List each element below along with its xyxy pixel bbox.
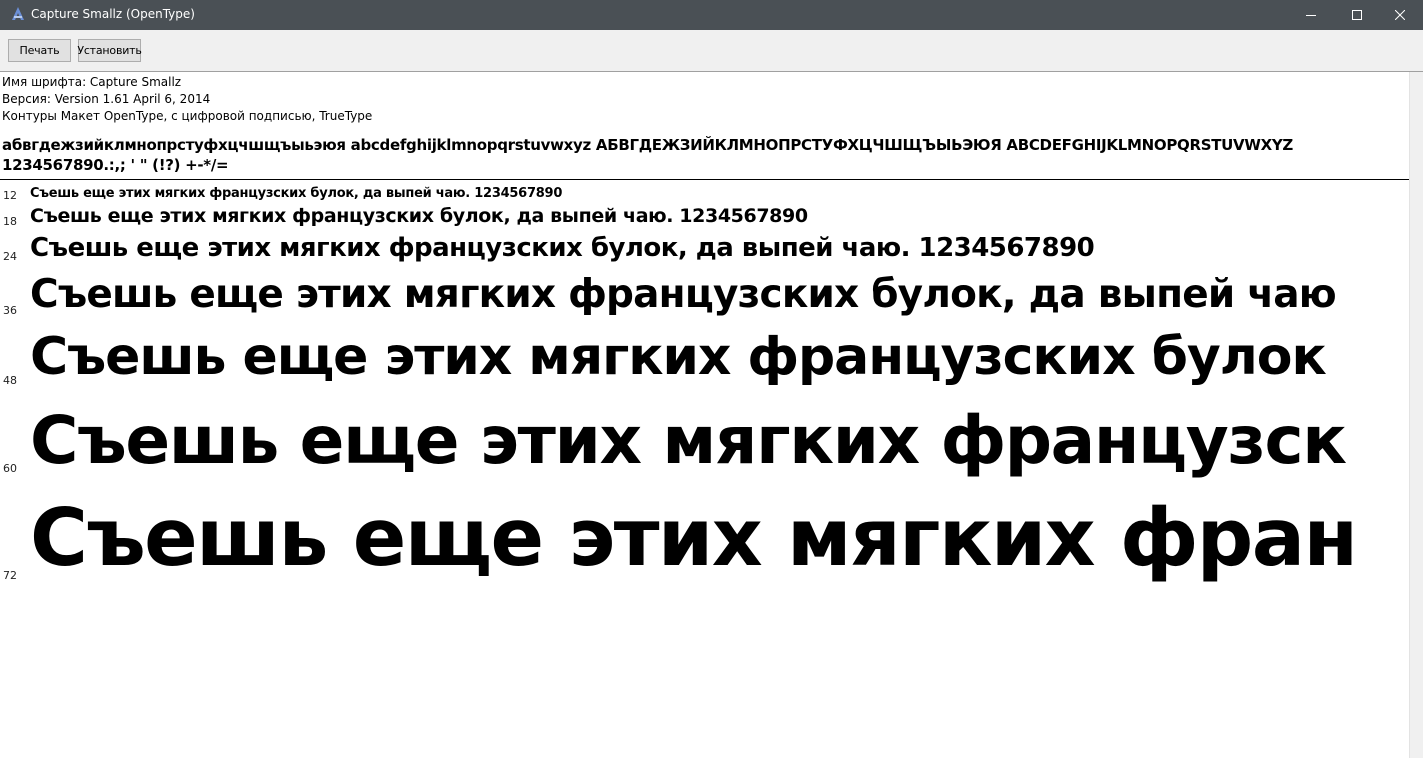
size-label-72: 72	[3, 569, 17, 582]
size-label-18: 18	[3, 215, 17, 228]
size-label-60: 60	[3, 462, 17, 475]
minimize-icon	[1306, 15, 1316, 16]
sample-text-36: Съешь еще этих мягких французских булок,…	[30, 272, 1337, 317]
character-set: абвгдежзийклмнопрстуфхцчшщъыьэюя abcdefg…	[2, 135, 1402, 175]
vertical-scrollbar[interactable]	[1409, 72, 1423, 758]
install-button[interactable]: Установить	[77, 39, 142, 62]
font-viewer-icon	[12, 7, 24, 20]
charset-line-symbols: 1234567890.:,; ' " (!?) +-*/=	[2, 156, 229, 174]
sample-text-72: Съешь еще этих мягких фран	[30, 492, 1358, 584]
maximize-icon	[1352, 10, 1362, 20]
font-version-line: Версия: Version 1.61 April 6, 2014	[2, 92, 211, 106]
sample-text-60: Съешь еще этих мягких французск	[30, 402, 1347, 479]
separator-line	[0, 179, 1409, 180]
size-label-24: 24	[3, 250, 17, 263]
minimize-button[interactable]	[1288, 0, 1334, 30]
maximize-button[interactable]	[1334, 0, 1380, 30]
print-button[interactable]: Печать	[8, 39, 71, 62]
font-outlines-line: Контуры Макет OpenType, с цифровой подпи…	[2, 109, 373, 123]
sample-text-24: Съешь еще этих мягких французских булок,…	[30, 233, 1095, 263]
size-label-36: 36	[3, 304, 17, 317]
font-name-line: Имя шрифта: Capture Smallz	[2, 75, 182, 89]
sample-text-12: Съешь еще этих мягких французских булок,…	[30, 186, 563, 201]
window-title: Capture Smallz (OpenType)	[31, 7, 195, 21]
size-label-48: 48	[3, 374, 17, 387]
sample-text-18: Съешь еще этих мягких французских булок,…	[30, 205, 808, 227]
title-bar: Capture Smallz (OpenType)	[0, 0, 1423, 30]
size-label-12: 12	[3, 189, 17, 202]
sample-text-48: Съешь еще этих мягких французских булок	[30, 327, 1327, 387]
toolbar: Печать Установить	[0, 30, 1423, 72]
close-icon	[1395, 10, 1405, 20]
close-button[interactable]	[1377, 0, 1423, 30]
charset-line-letters: абвгдежзийклмнопрстуфхцчшщъыьэюя abcdefg…	[2, 136, 1294, 154]
font-preview-area: Имя шрифта: Capture Smallz Версия: Versi…	[0, 72, 1409, 758]
